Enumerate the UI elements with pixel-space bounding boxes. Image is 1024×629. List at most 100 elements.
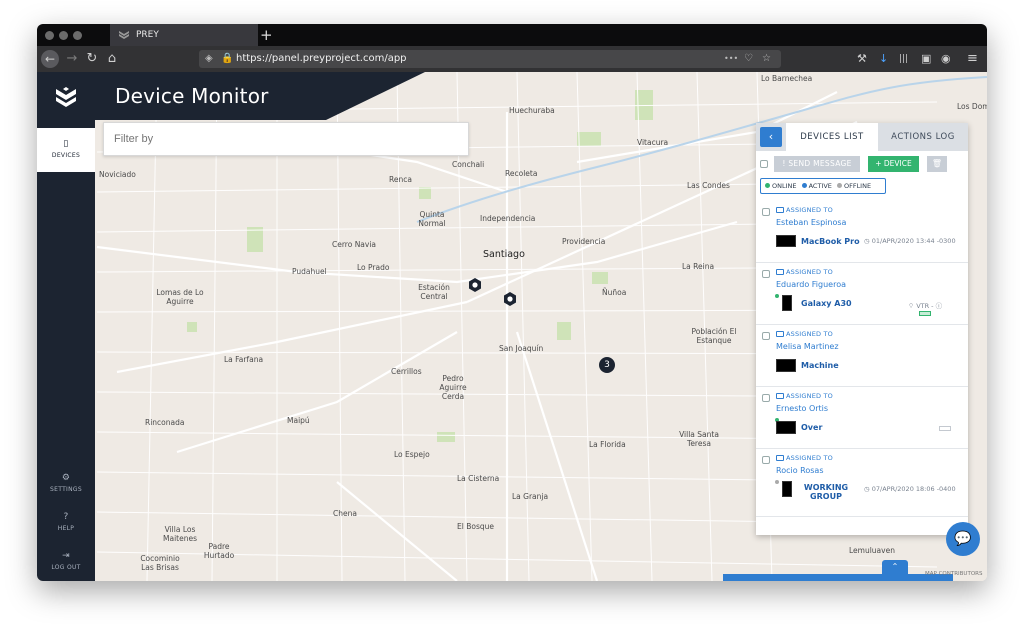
- device-checkbox[interactable]: [762, 332, 770, 340]
- pocket-icon[interactable]: ♡: [744, 50, 753, 68]
- device-name[interactable]: Machine: [801, 361, 839, 370]
- map-label: Pudahuel: [292, 267, 327, 276]
- send-message-button[interactable]: ! SEND MESSAGE: [774, 156, 860, 172]
- device-row[interactable]: ASSIGNED TO Esteban Espinosa MacBook Pro…: [756, 201, 968, 263]
- device-name[interactable]: WORKING GROUP: [801, 483, 851, 501]
- forward-button[interactable]: →: [65, 50, 79, 68]
- wrench-icon[interactable]: ⚒: [857, 50, 867, 68]
- battery-icon: [919, 311, 931, 316]
- page-actions-icon[interactable]: •••: [724, 50, 738, 68]
- library-icon[interactable]: |||: [899, 50, 908, 68]
- device-row[interactable]: Esteban EspinosaASSIGNED TO Eduardo Figu…: [756, 263, 968, 325]
- sidebar-toggle-icon[interactable]: ▣: [921, 50, 931, 68]
- tab-actions-log[interactable]: ACTIONS LOG: [878, 123, 968, 151]
- map-label: Cerrillos: [391, 367, 422, 376]
- select-all-checkbox[interactable]: [760, 160, 768, 168]
- prey-logo[interactable]: [37, 72, 95, 128]
- gear-icon: ⚙: [61, 473, 71, 483]
- prey-shield-icon: [56, 87, 76, 107]
- map-label: Conchali: [452, 160, 485, 169]
- assigned-user[interactable]: Eduardo Figueroa: [776, 280, 846, 289]
- device-location-marker[interactable]: [468, 278, 482, 292]
- back-button[interactable]: ←: [41, 50, 59, 68]
- assigned-label: ASSIGNED TO: [776, 330, 833, 338]
- device-name[interactable]: Galaxy A30: [801, 299, 852, 308]
- map-label: Lo Prado: [357, 263, 390, 272]
- map-label: La Reina: [682, 262, 715, 271]
- laptop-thumbnail: [776, 235, 796, 247]
- legend-active: ACTIVE: [808, 182, 832, 190]
- sidebar-item-devices[interactable]: ▯ DEVICES: [37, 128, 95, 172]
- zoom-window-button[interactable]: [73, 31, 82, 40]
- device-checkbox[interactable]: [762, 456, 770, 464]
- sidebar-item-help[interactable]: ? HELP: [37, 512, 95, 536]
- map-label: Providencia: [562, 237, 606, 246]
- assigned-user[interactable]: Esteban Espinosa: [776, 218, 846, 227]
- add-device-button[interactable]: + DEVICE: [868, 156, 919, 172]
- id-card-icon: [776, 269, 784, 275]
- title-bar: PREY +: [37, 24, 987, 46]
- tab-devices-list[interactable]: DEVICES LIST: [786, 123, 878, 151]
- map-label: Estación Central: [418, 283, 450, 301]
- online-dot: [765, 183, 770, 188]
- desktop-thumbnail: [776, 359, 796, 372]
- sidebar-item-label: DEVICES: [51, 152, 81, 159]
- device-row[interactable]: ASSIGNED TO Rocio Rosas WORKING GROUP ◷ …: [756, 449, 968, 517]
- map-label: Villa Los Maitenes: [163, 525, 197, 543]
- id-card-icon: [776, 207, 784, 213]
- map-label: Lemuluaven: [849, 546, 895, 555]
- expand-up-button[interactable]: ⌃: [882, 560, 908, 574]
- map-label: Lomas de Lo Aguirre: [156, 288, 204, 306]
- bookmark-star-icon[interactable]: ☆: [762, 50, 771, 68]
- map-label: Las Condes: [687, 181, 730, 190]
- device-checkbox[interactable]: [762, 270, 770, 278]
- close-window-button[interactable]: [45, 31, 54, 40]
- assigned-user[interactable]: Ernesto Ortis: [776, 404, 828, 413]
- assigned-label: ASSIGNED TO: [776, 454, 833, 462]
- reload-button[interactable]: ↻: [85, 50, 99, 68]
- download-icon[interactable]: ↓: [879, 50, 888, 68]
- device-name[interactable]: MacBook Pro: [801, 237, 860, 246]
- panel-tabs: ‹ DEVICES LIST ACTIONS LOG: [756, 123, 968, 151]
- hamburger-menu-icon[interactable]: ≡: [967, 50, 978, 68]
- url-text: https://panel.preyproject.com/app: [236, 53, 407, 64]
- assigned-label: ASSIGNED TO: [776, 206, 833, 214]
- device-checkbox[interactable]: [762, 394, 770, 402]
- sidebar-item-settings[interactable]: ⚙ SETTINGS: [37, 473, 95, 497]
- sidebar-item-label: SETTINGS: [50, 486, 82, 493]
- device-checkbox[interactable]: [762, 208, 770, 216]
- map-label: Lo Barnechea: [761, 74, 813, 83]
- device-name[interactable]: Over: [801, 423, 822, 432]
- map-label: La Granja: [512, 492, 549, 501]
- shield-icon[interactable]: ◈: [205, 50, 213, 68]
- battery-icon: [939, 426, 951, 431]
- delete-button[interactable]: 🗑: [927, 156, 947, 172]
- active-dot: [801, 183, 807, 188]
- map-label: Chena: [333, 509, 357, 518]
- lock-icon[interactable]: 🔒: [221, 50, 233, 68]
- map-label: Los Dominicos: [957, 102, 987, 111]
- bottom-drawer-bar[interactable]: [723, 574, 953, 581]
- chat-button[interactable]: 💬: [946, 522, 980, 556]
- online-status-dot: [775, 294, 779, 298]
- map-label: La Cisterna: [457, 474, 500, 483]
- collapse-panel-button[interactable]: ‹: [760, 127, 782, 147]
- new-tab-button[interactable]: +: [260, 26, 273, 44]
- url-bar[interactable]: ◈ 🔒 https://panel.preyproject.com/app ••…: [199, 50, 781, 68]
- device-row[interactable]: ASSIGNED TO Ernesto Ortis Over: [756, 387, 968, 449]
- account-icon[interactable]: ◉: [941, 50, 951, 68]
- assigned-user[interactable]: Melisa Martinez: [776, 342, 839, 351]
- help-icon: ?: [63, 512, 69, 522]
- filter-input[interactable]: [103, 122, 469, 156]
- browser-tab[interactable]: PREY: [110, 24, 258, 46]
- device-location-marker[interactable]: [503, 292, 517, 306]
- minimize-window-button[interactable]: [59, 31, 68, 40]
- assigned-label: Esteban EspinosaASSIGNED TO: [776, 268, 833, 276]
- device-row[interactable]: ASSIGNED TO Melisa Martinez Machine: [756, 325, 968, 387]
- home-button[interactable]: ⌂: [105, 50, 119, 68]
- sidebar-item-logout[interactable]: ⇥ LOG OUT: [37, 551, 95, 575]
- map-label: Quinta Normal: [418, 210, 446, 228]
- device-cluster-marker[interactable]: 3: [599, 357, 615, 373]
- assigned-user[interactable]: Rocio Rosas: [776, 466, 823, 475]
- prey-logo-icon: [119, 31, 129, 39]
